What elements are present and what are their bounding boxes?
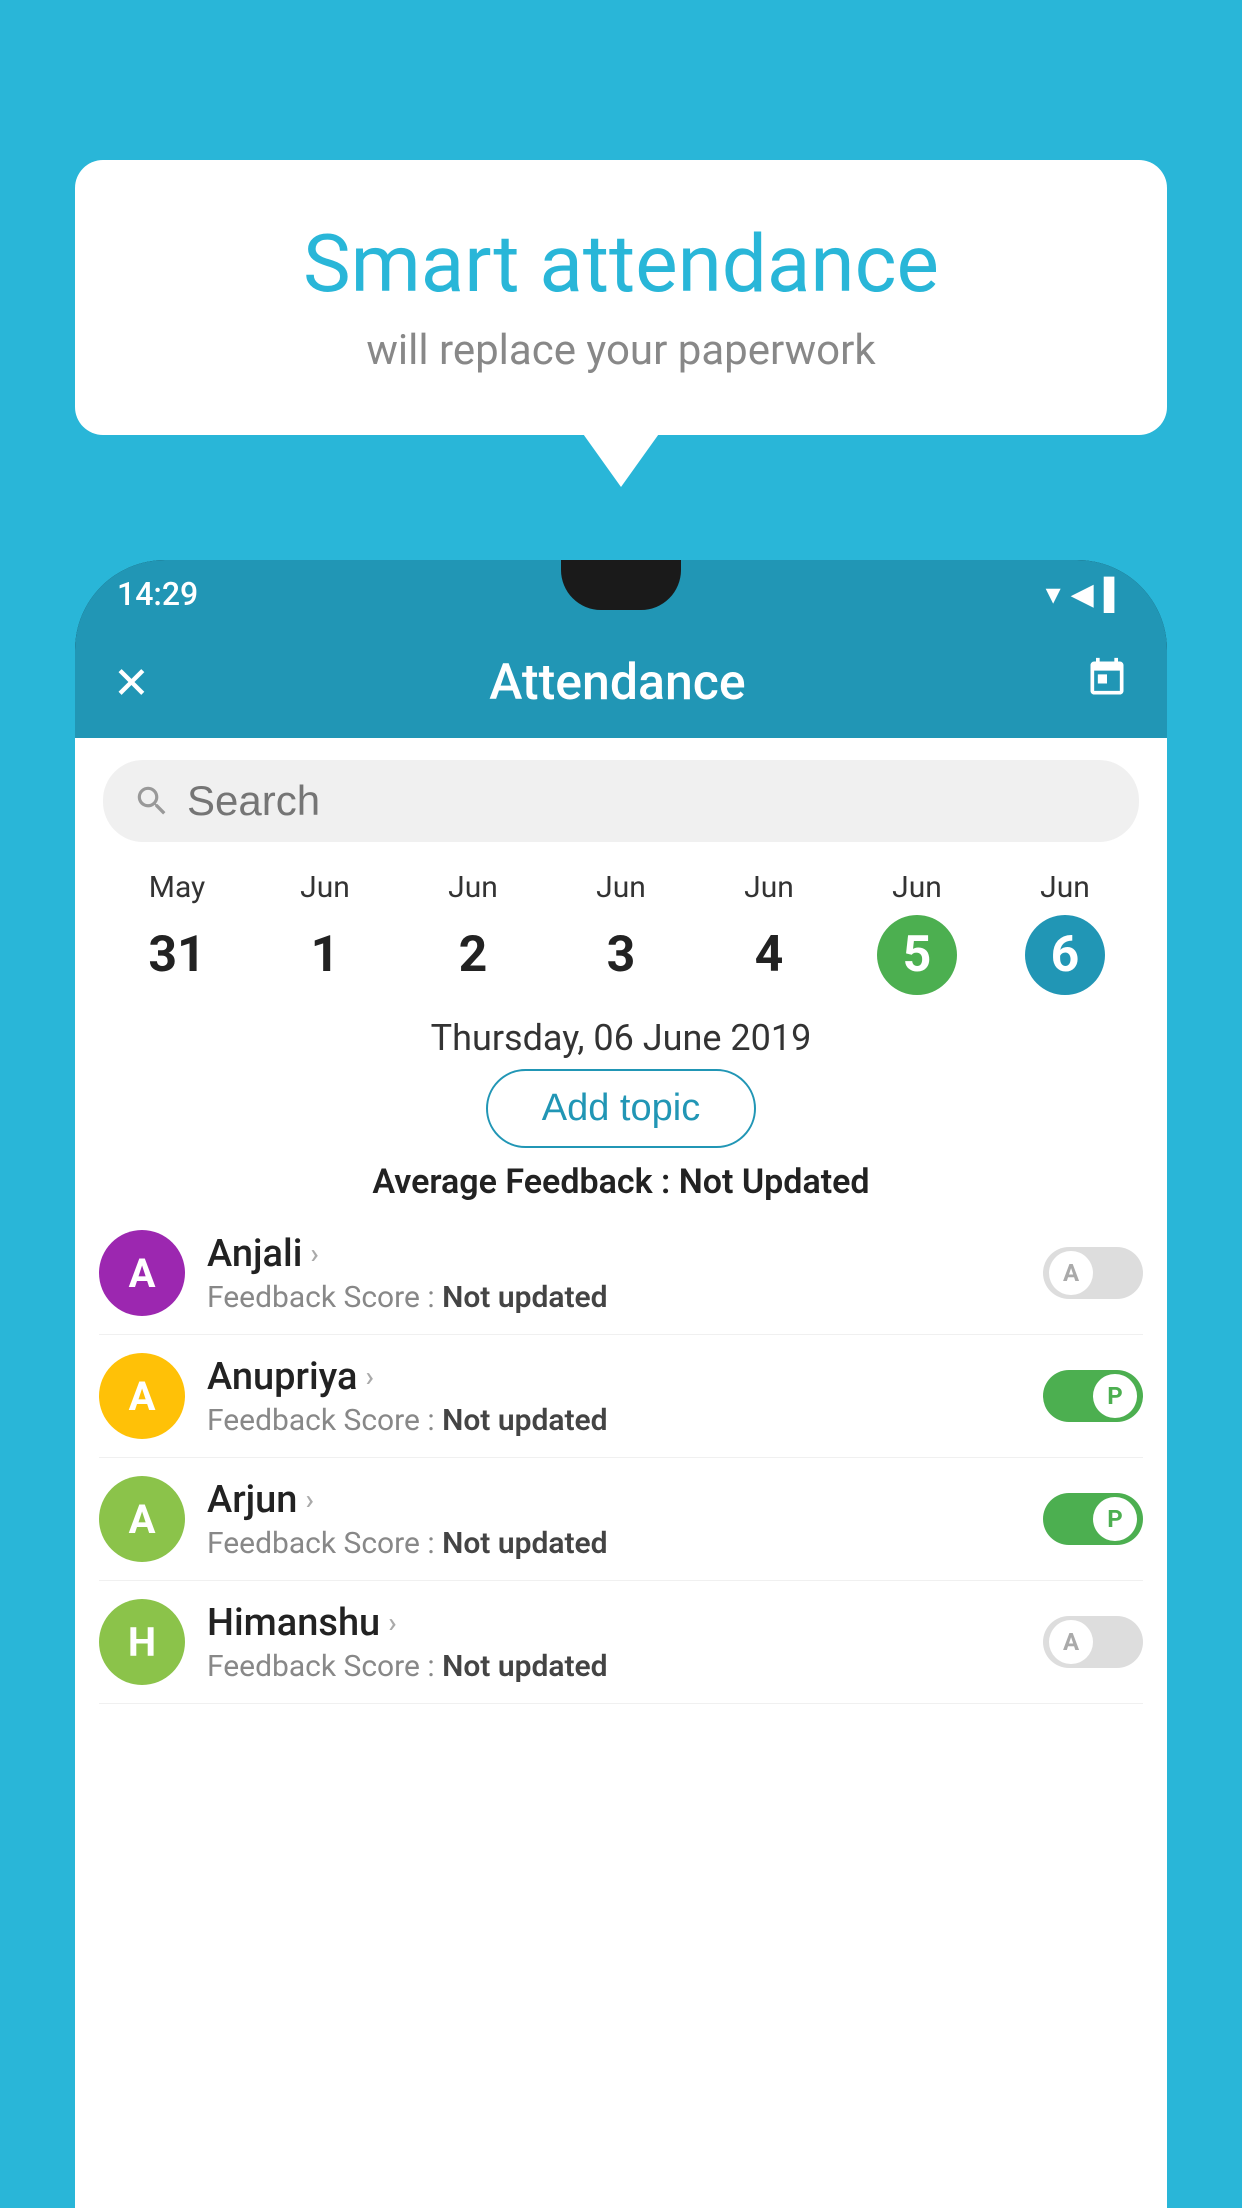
status-icons: ▾ ◀ ▌	[1046, 577, 1125, 612]
chevron-icon: ›	[365, 1360, 373, 1393]
student-info: Anjali › Feedback Score : Not updated	[207, 1232, 1021, 1315]
student-info: Arjun › Feedback Score : Not updated	[207, 1478, 1021, 1561]
notch	[561, 560, 681, 610]
chevron-icon: ›	[388, 1606, 396, 1639]
present-toggle[interactable]: P	[1043, 1493, 1143, 1545]
cal-date-number: 31	[137, 915, 217, 995]
calendar-strip: May 31 Jun 1 Jun 2 Jun 3 Jun 4 Jun 5 Jun 6	[75, 852, 1167, 1005]
app-bar: ✕ Attendance	[75, 628, 1167, 738]
cal-month-label: Jun	[300, 870, 350, 905]
student-feedback: Feedback Score : Not updated	[207, 1526, 1021, 1561]
average-feedback: Average Feedback : Not Updated	[75, 1162, 1167, 1202]
toggle-knob: A	[1049, 1620, 1093, 1664]
signal-icon: ◀	[1071, 577, 1094, 612]
calendar-day[interactable]: Jun 2	[399, 870, 547, 995]
cal-date-number: 5	[877, 915, 957, 995]
absent-toggle[interactable]: A	[1043, 1247, 1143, 1299]
cal-month-label: May	[149, 870, 205, 905]
speech-bubble: Smart attendance will replace your paper…	[75, 160, 1167, 435]
student-name: Anupriya ›	[207, 1355, 1021, 1399]
app-bar-title: Attendance	[489, 654, 746, 712]
student-item[interactable]: A Anjali › Feedback Score : Not updated A	[99, 1212, 1143, 1335]
content-area: May 31 Jun 1 Jun 2 Jun 3 Jun 4 Jun 5 Jun 6 Thursday, …	[75, 738, 1167, 2208]
search-input[interactable]	[187, 777, 1109, 825]
student-feedback: Feedback Score : Not updated	[207, 1403, 1021, 1438]
avatar: A	[99, 1353, 185, 1439]
student-name: Himanshu ›	[207, 1601, 1021, 1645]
avg-feedback-label: Average Feedback :	[372, 1162, 670, 1202]
avg-feedback-value: Not Updated	[679, 1162, 870, 1202]
student-item[interactable]: A Anupriya › Feedback Score : Not updated P	[99, 1335, 1143, 1458]
cal-month-label: Jun	[744, 870, 794, 905]
search-bar[interactable]	[103, 760, 1139, 842]
student-name: Anjali ›	[207, 1232, 1021, 1276]
status-time: 14:29	[117, 575, 198, 613]
student-info: Himanshu › Feedback Score : Not updated	[207, 1601, 1021, 1684]
selected-date: Thursday, 06 June 2019	[75, 1017, 1167, 1059]
student-item[interactable]: H Himanshu › Feedback Score : Not updated A	[99, 1581, 1143, 1704]
cal-date-number: 3	[581, 915, 661, 995]
student-feedback: Feedback Score : Not updated	[207, 1280, 1021, 1315]
toggle-knob: P	[1093, 1497, 1137, 1541]
cal-month-label: Jun	[448, 870, 498, 905]
wifi-icon: ▾	[1046, 577, 1061, 612]
close-button[interactable]: ✕	[113, 657, 150, 709]
student-item[interactable]: A Arjun › Feedback Score : Not updated P	[99, 1458, 1143, 1581]
absent-toggle[interactable]: A	[1043, 1616, 1143, 1668]
avatar: A	[99, 1476, 185, 1562]
calendar-day[interactable]: Jun 3	[547, 870, 695, 995]
chevron-icon: ›	[310, 1237, 318, 1270]
bubble-title: Smart attendance	[145, 220, 1097, 308]
toggle-knob: P	[1093, 1374, 1137, 1418]
battery-icon: ▌	[1104, 577, 1125, 612]
bubble-subtitle: will replace your paperwork	[145, 326, 1097, 375]
cal-month-label: Jun	[596, 870, 646, 905]
calendar-day[interactable]: Jun 6	[991, 870, 1139, 995]
calendar-day[interactable]: May 31	[103, 870, 251, 995]
cal-month-label: Jun	[1040, 870, 1090, 905]
cal-month-label: Jun	[892, 870, 942, 905]
calendar-icon[interactable]	[1085, 656, 1129, 711]
calendar-day[interactable]: Jun 5	[843, 870, 991, 995]
status-bar: 14:29 ▾ ◀ ▌	[75, 560, 1167, 628]
toggle-knob: A	[1049, 1251, 1093, 1295]
search-icon	[133, 782, 171, 820]
student-info: Anupriya › Feedback Score : Not updated	[207, 1355, 1021, 1438]
cal-date-number: 4	[729, 915, 809, 995]
cal-date-number: 2	[433, 915, 513, 995]
phone-frame: 14:29 ▾ ◀ ▌ ✕ Attendance May31Jun1Jun2Ju…	[75, 560, 1167, 2208]
cal-date-number: 6	[1025, 915, 1105, 995]
student-name: Arjun ›	[207, 1478, 1021, 1522]
calendar-day[interactable]: Jun 4	[695, 870, 843, 995]
cal-date-number: 1	[285, 915, 365, 995]
student-feedback: Feedback Score : Not updated	[207, 1649, 1021, 1684]
calendar-day[interactable]: Jun 1	[251, 870, 399, 995]
student-list: AAnjali ›Feedback Score : Not updatedAAA…	[75, 1212, 1167, 1704]
present-toggle[interactable]: P	[1043, 1370, 1143, 1422]
avatar: H	[99, 1599, 185, 1685]
add-topic-button[interactable]: Add topic	[486, 1069, 756, 1148]
chevron-icon: ›	[305, 1483, 313, 1516]
avatar: A	[99, 1230, 185, 1316]
